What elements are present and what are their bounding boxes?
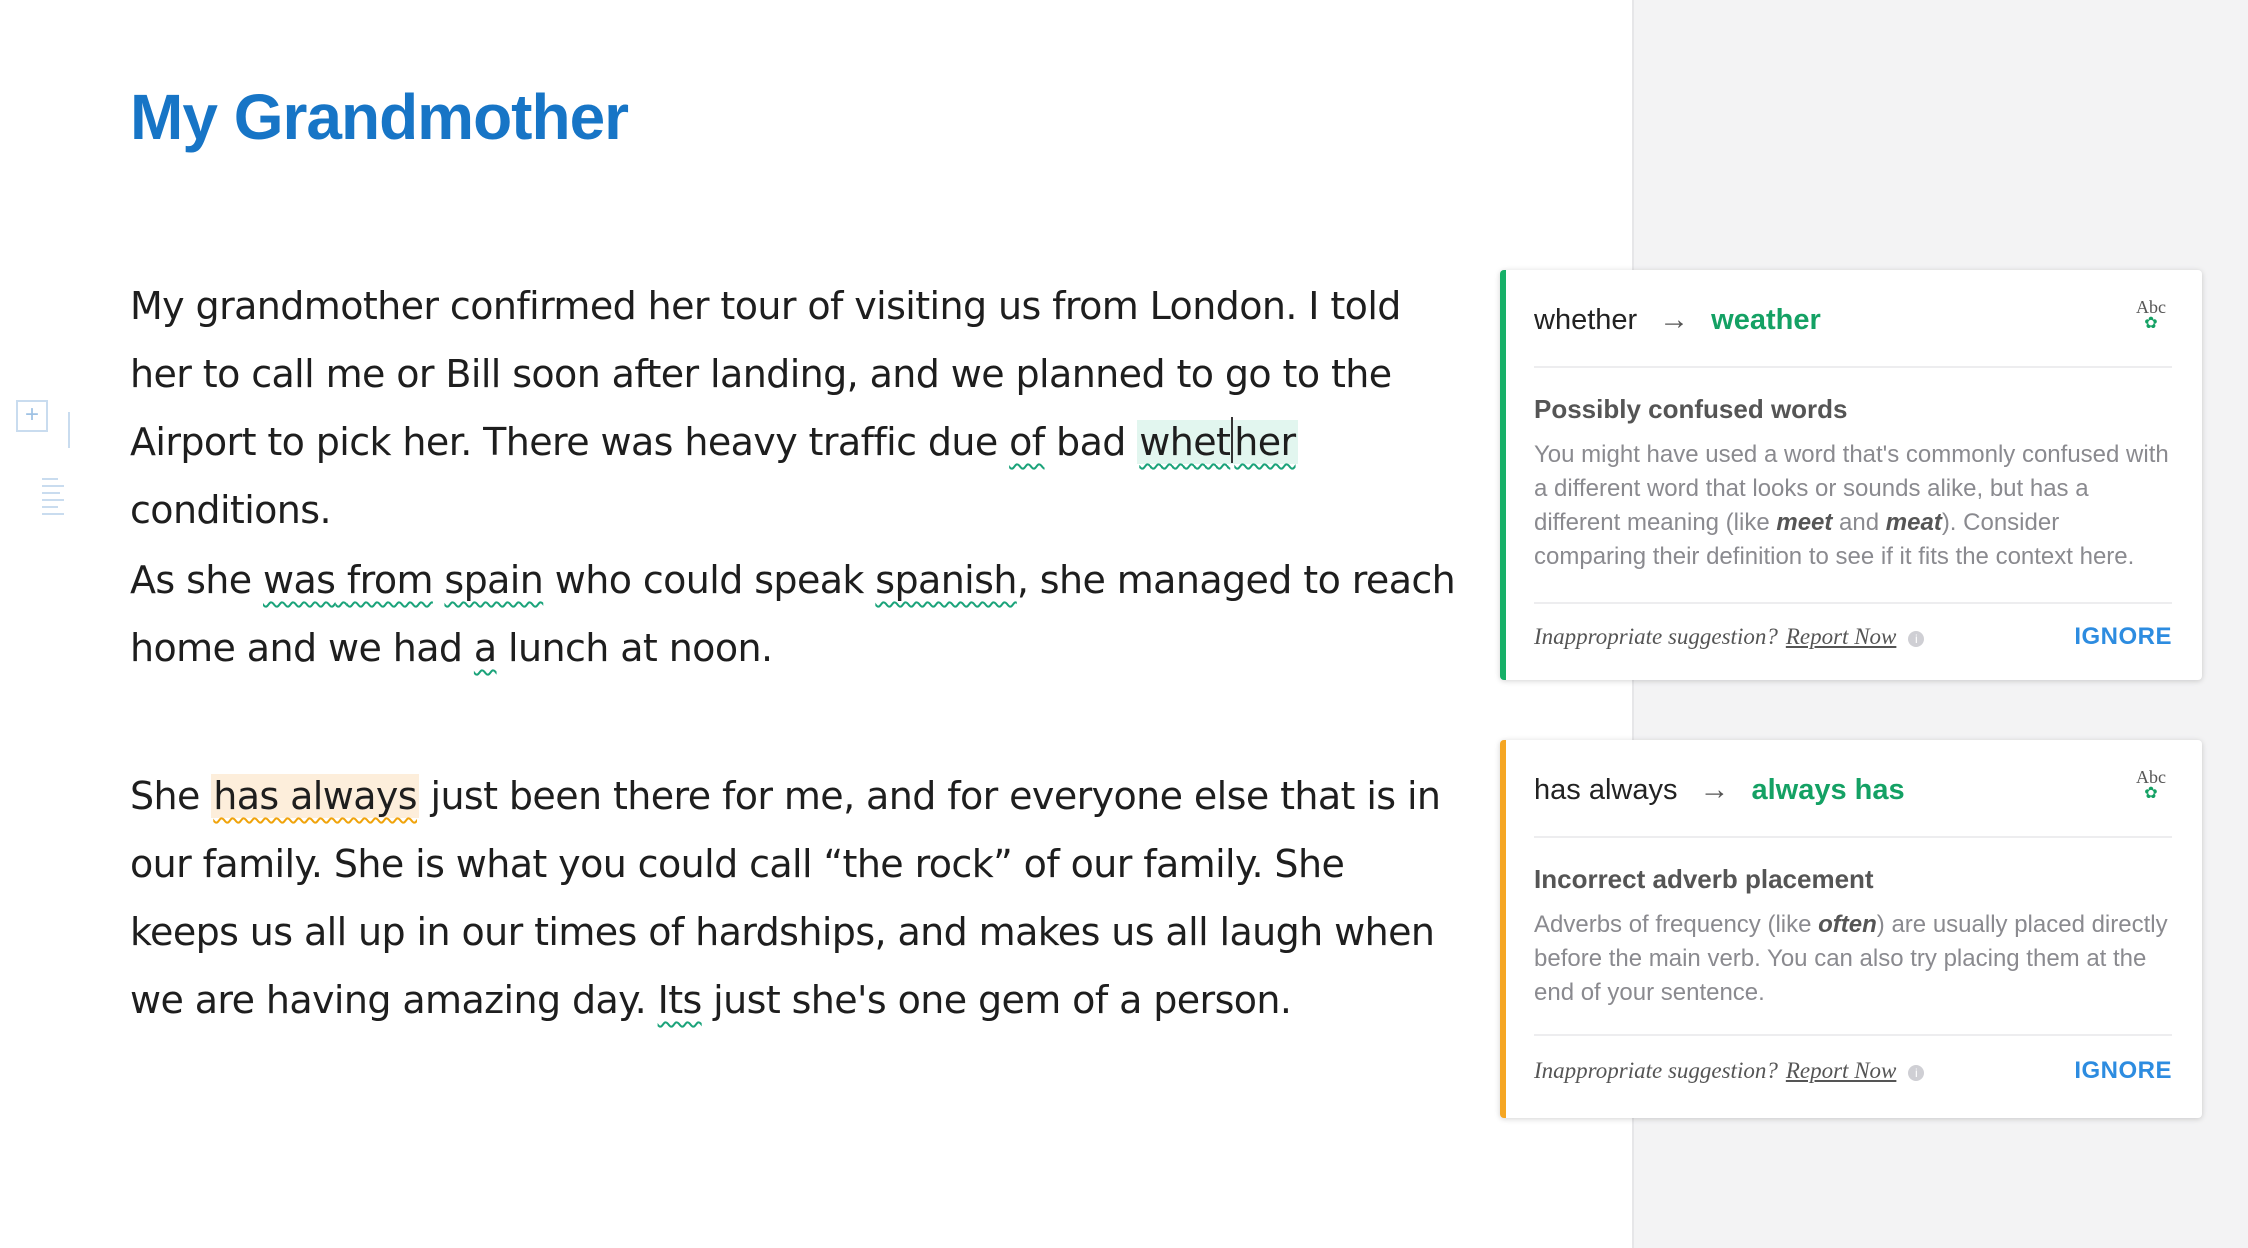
bracket-icon — [62, 412, 70, 448]
body-text: and — [1832, 509, 1886, 536]
divider — [1534, 1034, 2172, 1036]
suggestion-footer: Inappropriate suggestion? Report Now i IGN… — [1534, 620, 2172, 654]
paragraph-3[interactable]: She has always just been there for me, a… — [130, 762, 1460, 1034]
spelling-settings-icon[interactable]: Abc ✿ — [2136, 298, 2166, 332]
body-text: Adverbs of frequency (like — [1534, 911, 1819, 938]
add-block-icon[interactable]: + — [16, 400, 48, 432]
paragraph-format-icon[interactable] — [42, 478, 66, 520]
gear-icon: ✿ — [2144, 315, 2158, 332]
feedback-question: Inappropriate suggestion? — [1534, 1058, 1778, 1083]
word-part: whet — [1139, 420, 1231, 464]
spelling-settings-icon[interactable]: Abc ✿ — [2136, 768, 2166, 802]
grammar-error-was[interactable]: was — [263, 558, 336, 602]
text-run: who could speak — [543, 558, 876, 602]
grammar-error-of[interactable]: of — [1009, 420, 1045, 464]
replacement-button[interactable]: always has — [1751, 774, 1904, 806]
badge-label: Abc — [2136, 297, 2166, 317]
text-run: lunch at noon. — [496, 626, 773, 670]
replacement-button[interactable]: weather — [1711, 304, 1821, 336]
text-run: She — [130, 774, 212, 818]
example-word: often — [1818, 911, 1877, 938]
suggestion-card-confused-words[interactable]: whether → weather Abc ✿ Possibly confused w… — [1500, 270, 2202, 680]
grammar-error-spain[interactable]: spain — [444, 558, 543, 602]
report-now-link[interactable]: Report Now — [1786, 1058, 1897, 1083]
text-run: As she — [130, 558, 264, 602]
suggestion-card-adverb-placement[interactable]: has always → always has Abc ✿ Incorrect adv… — [1500, 740, 2202, 1118]
text-run: bad — [1044, 420, 1138, 464]
report-now-link[interactable]: Report Now — [1786, 624, 1897, 649]
divider — [1534, 836, 2172, 838]
example-word: meat — [1885, 509, 1942, 536]
word-part: her — [1234, 420, 1296, 464]
suggestion-header: has always → always has — [1534, 768, 2172, 812]
grammar-error-space[interactable] — [335, 558, 346, 602]
feedback-question: Inappropriate suggestion? — [1534, 624, 1778, 649]
info-icon[interactable]: i — [1908, 630, 1925, 647]
text-run: just she's one gem of a person. — [701, 978, 1292, 1022]
suggestion-explanation: You might have used a word that's common… — [1534, 438, 2172, 574]
divider — [1534, 602, 2172, 604]
arrow-icon: → — [1659, 303, 1690, 336]
ignore-button[interactable]: IGNORE — [2074, 620, 2172, 654]
grammar-error-a[interactable]: a — [474, 626, 497, 670]
arrow-icon: → — [1699, 773, 1730, 806]
suggestion-footer: Inappropriate suggestion? Report Now i IGN… — [1534, 1054, 2172, 1088]
grammar-error-spanish[interactable]: spanish — [875, 558, 1017, 602]
suggestion-explanation: Adverbs of frequency (like often) are us… — [1534, 908, 2172, 1010]
badge-label: Abc — [2136, 767, 2166, 787]
text-run — [433, 558, 444, 602]
suggestion-header: whether → weather — [1534, 298, 2172, 342]
text-run: conditions. — [130, 488, 332, 532]
grammar-error-from[interactable]: from — [347, 558, 434, 602]
document-title[interactable]: My Grandmother — [130, 80, 629, 154]
paragraph-2[interactable]: As she was from spain who could speak sp… — [130, 546, 1460, 682]
text-cursor — [1231, 417, 1234, 463]
suggestion-category: Incorrect adverb placement — [1534, 864, 1874, 894]
suggestion-category: Possibly confused words — [1534, 394, 1848, 424]
paragraph-1[interactable]: My grandmother confirmed her tour of vis… — [130, 272, 1460, 544]
flagged-phrase-has-always[interactable]: has always — [211, 774, 420, 818]
grammar-error-its[interactable]: Its — [658, 978, 703, 1022]
original-phrase: has always — [1534, 774, 1678, 806]
gear-icon: ✿ — [2144, 785, 2158, 802]
ignore-button[interactable]: IGNORE — [2074, 1054, 2172, 1088]
example-word: meet — [1776, 509, 1833, 536]
original-word: whether — [1534, 304, 1638, 336]
divider — [1534, 366, 2172, 368]
flagged-word-whether[interactable]: whet her — [1137, 417, 1298, 464]
info-icon[interactable]: i — [1908, 1064, 1925, 1081]
